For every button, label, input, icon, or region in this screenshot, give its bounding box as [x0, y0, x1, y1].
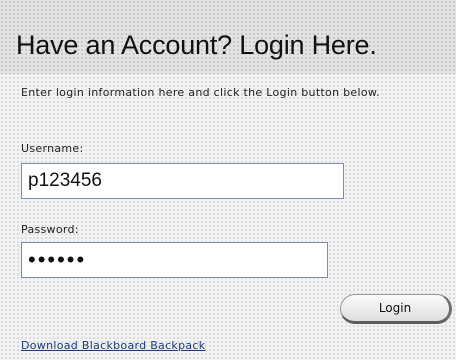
download-backpack-link[interactable]: Download Blackboard Backpack: [21, 339, 205, 352]
username-input[interactable]: [21, 163, 344, 199]
login-header: Have an Account? Login Here.: [0, 0, 456, 74]
login-panel: Have an Account? Login Here. Enter login…: [0, 0, 456, 360]
username-label: Username:: [21, 142, 84, 155]
password-label: Password:: [21, 223, 79, 236]
login-title: Have an Account? Login Here.: [16, 30, 377, 60]
login-button[interactable]: Login: [340, 294, 452, 324]
login-instructions: Enter login information here and click t…: [21, 86, 380, 99]
password-input[interactable]: [21, 242, 328, 278]
